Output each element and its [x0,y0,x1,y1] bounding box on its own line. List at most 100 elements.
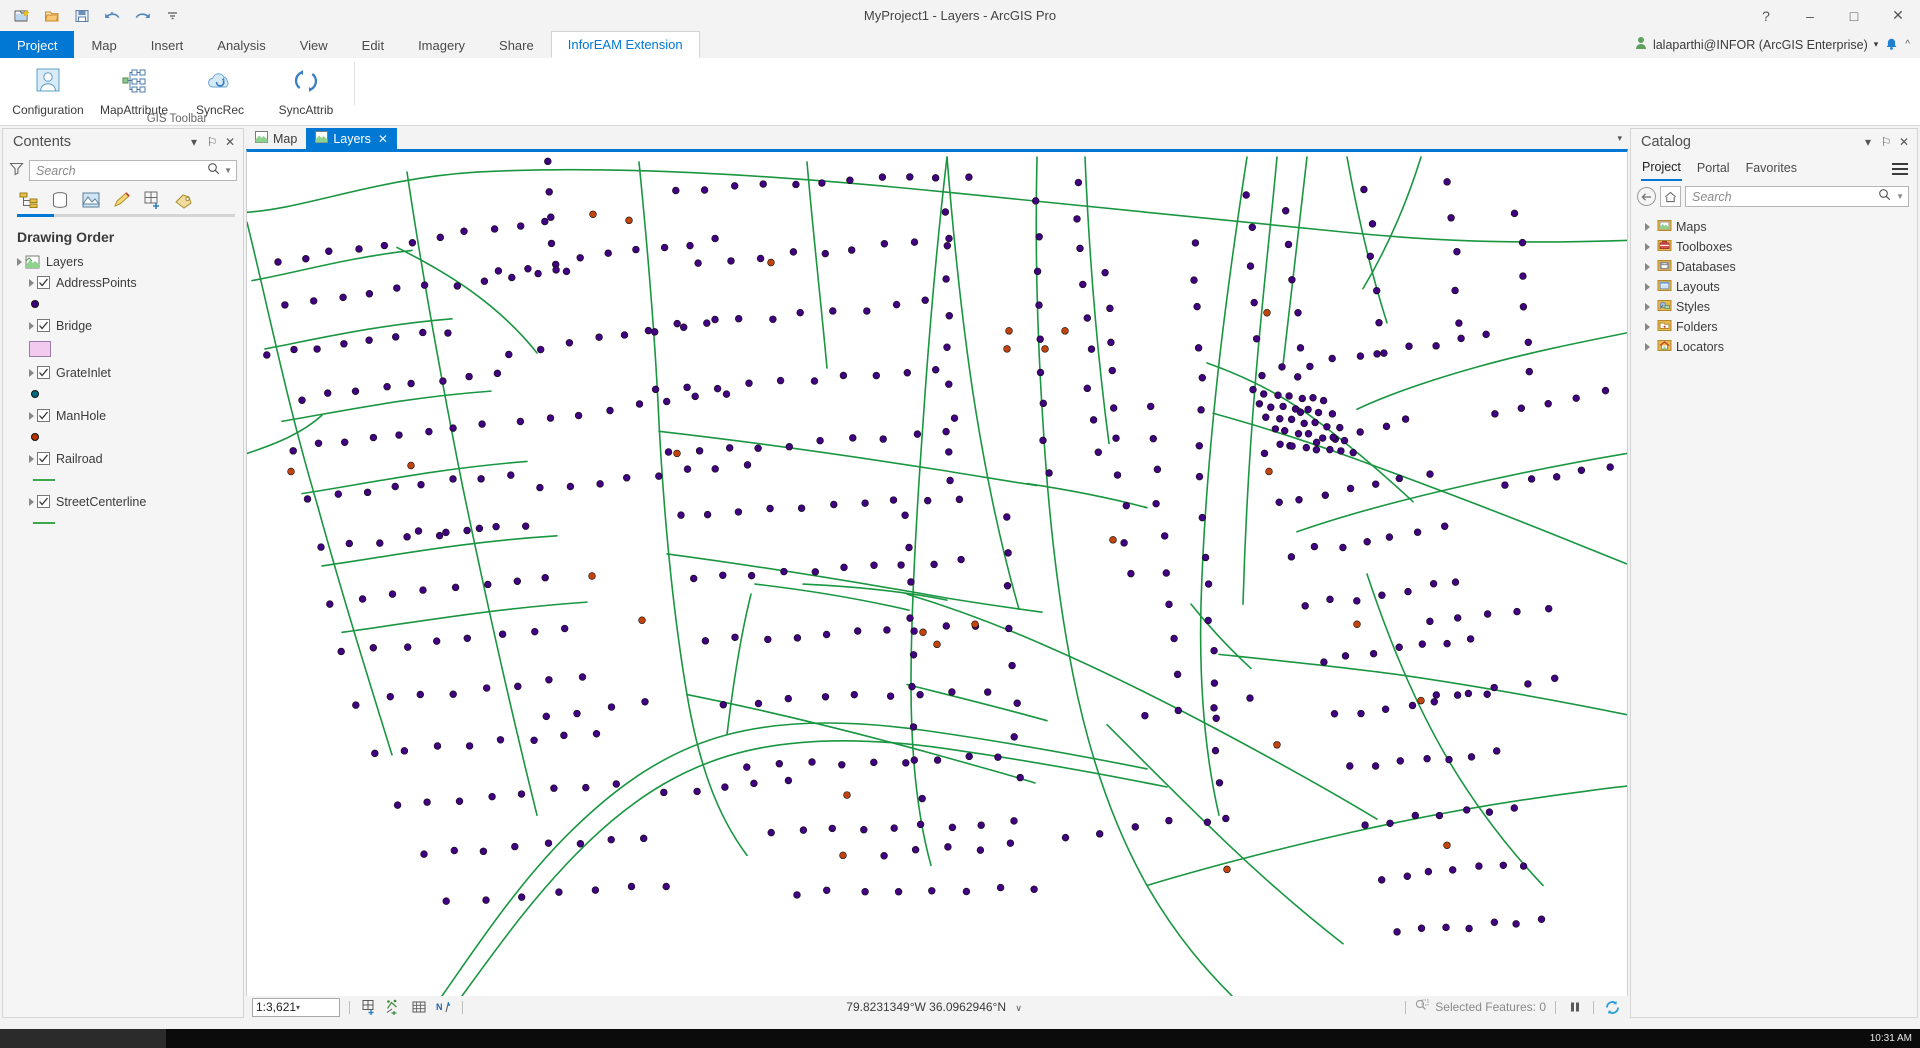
manhole-twisty-icon[interactable] [25,412,37,420]
contents-search-box[interactable]: ▼ [29,160,237,181]
ribbon-tab-edit[interactable]: Edit [345,31,401,58]
styles-twisty-icon[interactable] [1641,303,1653,311]
customize-quick-access-icon[interactable] [158,3,186,29]
filter-funnel-icon[interactable] [9,161,24,181]
catalog-item-databases[interactable]: Databases [1631,257,1917,277]
grateinlet-checkbox[interactable] [37,366,50,379]
contents-menu-icon[interactable]: ▾ [185,133,203,151]
map-canvas[interactable] [246,149,1628,996]
map-tab-layers[interactable]: Layers ✕ [306,128,397,149]
chevron-down-icon[interactable]: ▼ [224,166,232,175]
catalog-search-box[interactable]: ▼ [1685,186,1909,207]
catalog-search-input[interactable] [1690,189,1878,205]
ribbon-tab-view[interactable]: View [283,31,345,58]
configuration-button[interactable]: Configuration [6,61,90,120]
collapse-ribbon-icon[interactable]: ^ [1905,39,1910,50]
streetcenterline-twisty-icon[interactable] [25,498,37,506]
grateinlet-twisty-icon[interactable] [25,369,37,377]
layers-root-row[interactable]: Layers [3,251,243,272]
catalog-pin-icon[interactable]: ⚐ [1877,133,1895,151]
layer-row-manhole[interactable]: ManHole [3,405,243,426]
select-by-rectangle-icon[interactable] [359,998,378,1017]
bridge-checkbox[interactable] [37,319,50,332]
search-icon[interactable] [207,162,220,180]
map-scale-box[interactable]: 1:3,621 ▾ [252,998,340,1017]
list-by-data-source-icon[interactable] [48,188,72,212]
account-caret-icon[interactable]: ▾ [1874,39,1879,50]
map-tab-layers-close-icon[interactable]: ✕ [378,132,388,146]
list-by-labeling-icon[interactable] [172,188,196,212]
refresh-icon[interactable] [1603,998,1622,1017]
open-project-icon[interactable] [38,3,66,29]
locators-twisty-icon[interactable] [1641,343,1653,351]
list-by-snapping-icon[interactable] [141,188,165,212]
catalog-item-maps[interactable]: Maps [1631,217,1917,237]
catalog-item-locators[interactable]: Locators [1631,337,1917,357]
layer-row-addresspoints[interactable]: AddressPoints [3,272,243,293]
layouts-twisty-icon[interactable] [1641,283,1653,291]
contents-close-icon[interactable]: ✕ [221,133,239,151]
redo-icon[interactable] [128,3,156,29]
list-by-editing-icon[interactable] [110,188,134,212]
manhole-checkbox[interactable] [37,409,50,422]
account-label[interactable]: lalaparthi@INFOR (ArcGIS Enterprise) [1653,38,1868,52]
new-project-icon[interactable] [8,3,36,29]
map-tab-map[interactable]: Map [246,128,306,149]
mapattribute-button[interactable]: MapAttribute [92,61,176,120]
home-icon[interactable] [1660,186,1681,207]
help-button[interactable]: ? [1744,0,1788,31]
syncrec-button[interactable]: SyncRec [178,61,262,120]
layer-row-railroad[interactable]: Railroad [3,448,243,469]
hamburger-menu-icon[interactable] [1889,160,1911,178]
close-button[interactable]: ✕ [1876,0,1920,31]
catalog-tab-project[interactable]: Project [1641,157,1682,181]
layer-row-grateinlet[interactable]: GrateInlet [3,362,243,383]
addresspoints-twisty-icon[interactable] [25,279,37,287]
grid-tool-icon[interactable] [409,998,428,1017]
minimize-button[interactable]: – [1788,0,1832,31]
layer-row-bridge[interactable]: Bridge [3,315,243,336]
ribbon-tab-analysis[interactable]: Analysis [200,31,282,58]
undo-icon[interactable] [98,3,126,29]
toolboxes-twisty-icon[interactable] [1641,243,1653,251]
chevron-down-icon[interactable]: ▼ [1896,192,1904,201]
maximize-button[interactable]: □ [1832,0,1876,31]
ribbon-tab-imagery[interactable]: Imagery [401,31,482,58]
databases-twisty-icon[interactable] [1641,263,1653,271]
map-coordinates-dropdown-icon[interactable]: ∨ [1015,1003,1022,1013]
catalog-item-folders[interactable]: Folders [1631,317,1917,337]
ribbon-tab-infoream-extension[interactable]: InforEAM Extension [551,31,700,58]
ribbon-tab-share[interactable]: Share [482,31,551,58]
catalog-menu-icon[interactable]: ▾ [1859,133,1877,151]
bridge-twisty-icon[interactable] [25,322,37,330]
catalog-item-layouts[interactable]: Layouts [1631,277,1917,297]
save-project-icon[interactable] [68,3,96,29]
ribbon-tab-project[interactable]: Project [0,31,74,58]
layers-root-twisty-icon[interactable] [13,258,25,266]
catalog-tab-portal[interactable]: Portal [1696,158,1731,180]
ribbon-tab-insert[interactable]: Insert [134,31,201,58]
addresspoints-checkbox[interactable] [37,276,50,289]
list-by-selection-icon[interactable] [79,188,103,212]
folders-twisty-icon[interactable] [1641,323,1653,331]
contents-pin-icon[interactable]: ⚐ [203,133,221,151]
map-tabstrip-overflow-icon[interactable]: ▾ [1617,128,1622,149]
maps-twisty-icon[interactable] [1641,223,1653,231]
list-by-drawing-order-icon[interactable] [17,188,41,212]
explore-tool-icon[interactable] [384,998,403,1017]
search-icon[interactable] [1878,188,1891,206]
railroad-twisty-icon[interactable] [25,455,37,463]
contents-search-input[interactable] [34,163,207,179]
catalog-close-icon[interactable]: ✕ [1895,133,1913,151]
catalog-tab-favorites[interactable]: Favorites [1745,158,1798,180]
ribbon-tab-map[interactable]: Map [74,31,133,58]
map-scale-dropdown-icon[interactable]: ▾ [296,1003,336,1012]
layer-row-streetcenterline[interactable]: StreetCenterline [3,491,243,512]
catalog-item-styles[interactable]: Styles [1631,297,1917,317]
syncattrib-button[interactable]: SyncAttrib [264,61,348,120]
back-arrow-icon[interactable] [1637,187,1656,206]
railroad-checkbox[interactable] [37,452,50,465]
north-arrow-tool-icon[interactable]: N [434,998,453,1017]
catalog-item-toolboxes[interactable]: Toolboxes [1631,237,1917,257]
pause-drawing-icon[interactable] [1565,998,1584,1017]
